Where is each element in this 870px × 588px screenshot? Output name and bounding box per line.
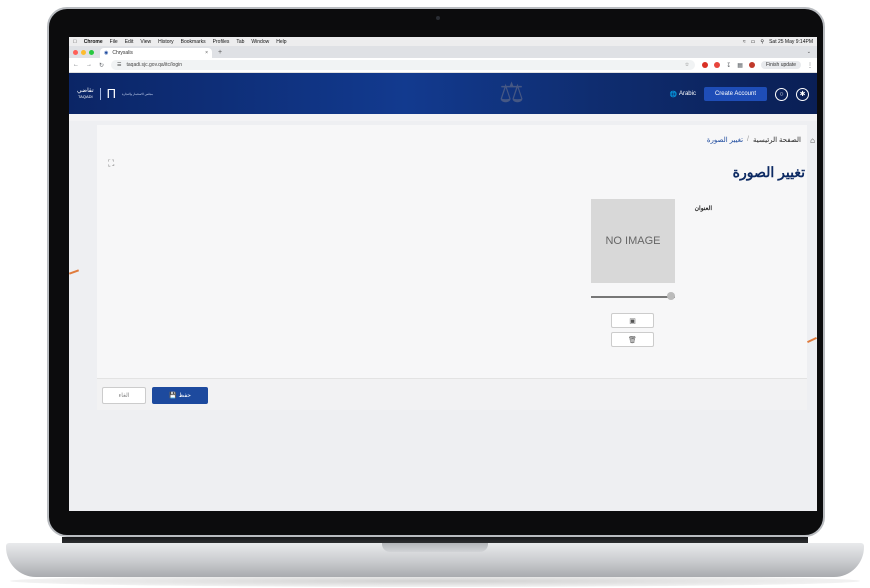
tab-search-chevron-icon[interactable]: ⌄	[807, 49, 811, 55]
breadcrumb: الصفحة الرئيسية / تغيير الصورة	[707, 136, 801, 144]
globe-icon: 🌐	[669, 91, 677, 98]
menu-edit[interactable]: Edit	[125, 39, 134, 45]
menu-bookmarks[interactable]: Bookmarks	[181, 39, 206, 45]
home-icon[interactable]: ⌂	[810, 136, 815, 145]
url-text: taqadi.sjc.gov.qa/itc/login	[126, 62, 183, 68]
menu-kebab-icon[interactable]: ⋮	[807, 62, 813, 69]
create-account-button[interactable]: Create Account	[703, 87, 767, 101]
save-label: حفظ	[178, 393, 191, 399]
menu-help[interactable]: Help	[276, 39, 286, 45]
site-info-icon[interactable]: ☰	[117, 62, 121, 68]
laptop-notch	[382, 543, 488, 552]
main-content: ⌂ الصفحة الرئيسية / تغيير الصورة تغيير ا…	[69, 121, 817, 511]
delete-image-button[interactable]: 🗑	[611, 332, 654, 347]
zoom-window-icon[interactable]	[89, 49, 94, 55]
menu-tab[interactable]: Tab	[236, 39, 244, 45]
menu-profiles[interactable]: Profiles	[213, 39, 230, 45]
language-label: Arabic	[678, 91, 696, 97]
logo-divider	[99, 87, 101, 100]
form-card	[97, 125, 807, 400]
screen:  Chrome File Edit View History Bookmark…	[69, 37, 817, 511]
upload-image-button[interactable]: ▣	[611, 313, 654, 328]
site-logo[interactable]: تقاضي TAQADI Π مجلس الاستثمار والتجارة	[77, 86, 153, 101]
address-bar[interactable]: ☰ taqadi.sjc.gov.qa/itc/login ☆	[111, 60, 696, 70]
finish-update-button[interactable]: Finish update	[760, 61, 801, 69]
settings-icon[interactable]: ✱	[796, 87, 809, 101]
extension-pink-icon[interactable]	[714, 62, 721, 68]
menubar-app[interactable]: Chrome	[84, 39, 103, 45]
form-footer: الغاء 💾 حفظ	[97, 378, 807, 410]
minimize-window-icon[interactable]	[81, 49, 86, 55]
breadcrumb-current: تغيير الصورة	[706, 137, 744, 144]
tab-favicon-icon: ◉	[104, 50, 109, 56]
site-header: تقاضي TAQADI Π مجلس الاستثمار والتجارة ⚖…	[69, 73, 817, 114]
header-actions: 🌐 Arabic Create Account ○ ✱	[669, 87, 809, 101]
extensions-puzzle-icon[interactable]: ▦	[737, 62, 743, 69]
tab-strip: ◉ Chrysalis × + ⌄	[69, 46, 817, 58]
forward-icon[interactable]: →	[86, 62, 92, 68]
menu-history[interactable]: History	[158, 39, 174, 45]
camera-icon	[436, 16, 440, 20]
new-tab-icon[interactable]: +	[218, 49, 222, 56]
bookmark-star-icon[interactable]: ☆	[685, 62, 689, 68]
profile-avatar[interactable]	[748, 62, 755, 68]
menu-view[interactable]: View	[140, 39, 151, 45]
breadcrumb-separator: /	[747, 136, 749, 143]
download-icon[interactable]: ↧	[726, 62, 731, 69]
fullscreen-icon[interactable]: ⛶	[108, 158, 114, 169]
decor-line-left	[69, 269, 80, 275]
browser-toolbar: ← → ↻ ☰ taqadi.sjc.gov.qa/itc/login ☆ ↧ …	[69, 58, 817, 73]
image-icon: ▣	[629, 317, 636, 325]
tab-title: Chrysalis	[112, 50, 133, 56]
image-preview: NO IMAGE	[591, 199, 675, 283]
council-name: مجلس الاستثمار والتجارة	[122, 91, 153, 96]
accessibility-icon[interactable]: ○	[775, 87, 788, 101]
reload-icon[interactable]: ↻	[99, 62, 104, 69]
wifi-icon[interactable]: ≈	[743, 39, 746, 45]
page-title: تغيير الصورة	[732, 164, 805, 180]
traffic-lights	[73, 49, 94, 55]
zoom-slider-thumb[interactable]	[667, 292, 675, 300]
zoom-slider[interactable]	[591, 296, 675, 298]
menu-file[interactable]: File	[110, 39, 118, 45]
cancel-button[interactable]: الغاء	[102, 387, 146, 404]
taqadi-logo: تقاضي TAQADI	[77, 87, 94, 99]
save-button[interactable]: 💾 حفظ	[152, 387, 208, 404]
close-tab-icon[interactable]: ×	[205, 50, 208, 56]
browser-tab[interactable]: ◉ Chrysalis ×	[100, 48, 212, 58]
mac-menubar:  Chrome File Edit View History Bookmark…	[69, 37, 817, 46]
council-emblem-icon: Π	[106, 86, 117, 101]
extension-red-icon[interactable]	[702, 62, 709, 68]
apple-icon[interactable]: 	[73, 39, 77, 45]
search-icon[interactable]: ⚲	[760, 39, 764, 45]
decor-line-right	[807, 336, 817, 344]
close-window-icon[interactable]	[73, 49, 78, 55]
clock[interactable]: Sat 25 May 9:14PM	[769, 39, 813, 45]
back-icon[interactable]: ←	[73, 62, 79, 68]
extensions: ↧ ▦ Finish update ⋮	[702, 61, 813, 69]
address-label: العنوان	[694, 206, 712, 212]
breadcrumb-home[interactable]: الصفحة الرئيسية	[753, 136, 801, 144]
language-switch[interactable]: 🌐 Arabic	[669, 91, 696, 98]
scales-of-justice-icon: ⚖	[499, 77, 525, 108]
menu-window[interactable]: Window	[251, 39, 269, 45]
trash-icon: 🗑	[628, 336, 637, 344]
battery-icon[interactable]: ▭	[751, 39, 756, 45]
save-icon: 💾	[169, 393, 177, 399]
